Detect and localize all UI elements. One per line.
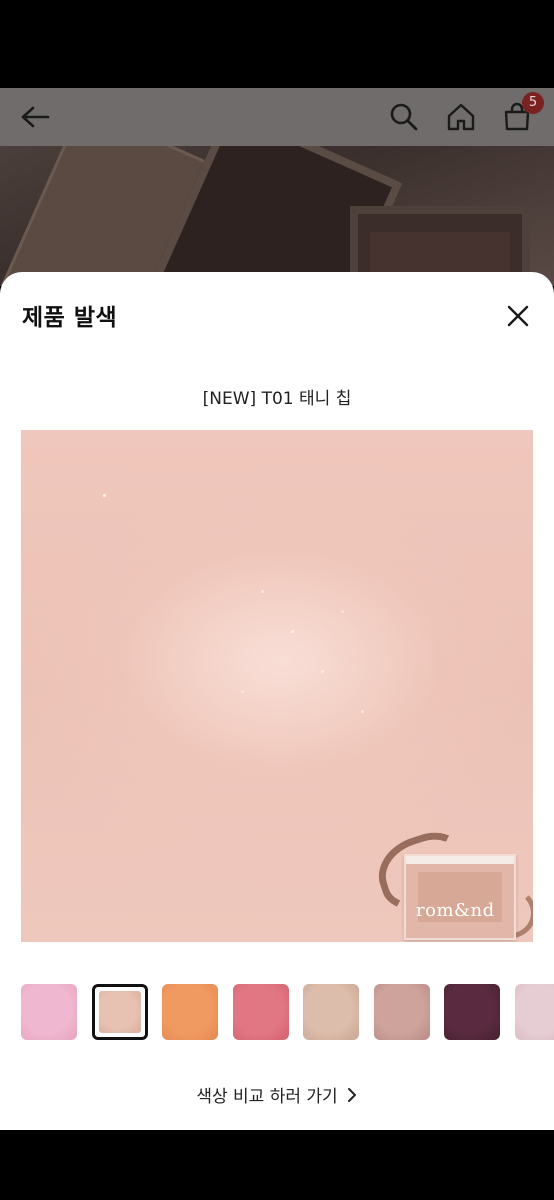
- status-bar: [0, 0, 554, 88]
- sparkle: [361, 710, 364, 713]
- close-button[interactable]: [500, 298, 536, 334]
- back-arrow-icon: [21, 106, 50, 128]
- sparkle: [241, 690, 244, 693]
- compare-colors-link[interactable]: 색상 비교 하러 가기: [0, 1082, 554, 1107]
- sparkle: [103, 494, 106, 497]
- color-swatch-selected[interactable]: [91, 984, 148, 1040]
- color-swatch[interactable]: [162, 984, 218, 1040]
- sparkle: [291, 630, 294, 633]
- color-swatch-list: [0, 982, 554, 1042]
- cart-button[interactable]: 5: [496, 92, 544, 138]
- chevron-right-icon: [347, 1087, 356, 1102]
- search-button[interactable]: [383, 96, 425, 138]
- search-icon: [390, 103, 418, 131]
- back-button[interactable]: [14, 96, 56, 138]
- bottom-bar: [0, 1130, 554, 1200]
- compare-colors-label: 색상 비교 하러 가기: [196, 1087, 338, 1107]
- app-header: 5: [0, 88, 554, 146]
- product-name: [NEW] T01 태니 칩: [202, 389, 352, 409]
- color-swatch[interactable]: [444, 984, 500, 1040]
- close-icon: [507, 305, 529, 327]
- cart-count-badge: 5: [522, 92, 544, 114]
- color-swatch[interactable]: [514, 984, 554, 1040]
- home-button[interactable]: [440, 96, 482, 138]
- brand-logo: rom&nd: [416, 900, 495, 921]
- color-swatch[interactable]: [303, 984, 359, 1040]
- sheet-title: 제품 발색: [22, 305, 118, 331]
- color-swatch[interactable]: [373, 984, 430, 1040]
- color-swatch[interactable]: [21, 984, 77, 1040]
- product-background-image: [0, 146, 554, 286]
- color-swatch[interactable]: [232, 984, 289, 1040]
- color-swatch-sheet: 제품 발색 [NEW] T01 태니 칩 rom&nd 색상 비교 하러 가기: [0, 272, 554, 1130]
- sparkle: [321, 670, 324, 673]
- sparkle: [261, 590, 264, 593]
- home-icon: [447, 103, 475, 131]
- product-palette-thumbnail: rom&nd: [369, 823, 533, 942]
- sparkle: [341, 610, 344, 613]
- swatch-photo: rom&nd: [21, 430, 533, 942]
